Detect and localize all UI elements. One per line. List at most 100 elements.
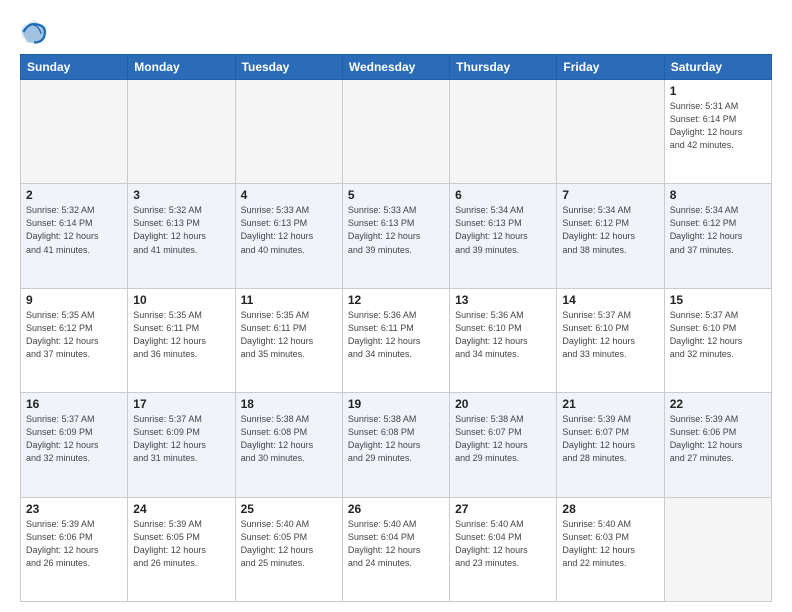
weekday-header-saturday: Saturday: [664, 55, 771, 80]
day-info: Sunrise: 5:40 AM Sunset: 6:04 PM Dayligh…: [455, 518, 551, 570]
calendar-cell: 8 Sunrise: 5:34 AM Sunset: 6:12 PM Daylig…: [664, 184, 771, 288]
calendar-cell: [450, 80, 557, 184]
calendar-week-row: 23 Sunrise: 5:39 AM Sunset: 6:06 PM Dayli…: [21, 497, 772, 601]
calendar-cell: [557, 80, 664, 184]
day-number: 14: [562, 293, 658, 307]
logo-icon: [20, 18, 48, 46]
calendar-cell: 12Sunrise: 5:36 AM Sunset: 6:11 PM Dayli…: [342, 288, 449, 392]
day-number: 27: [455, 502, 551, 516]
weekday-header-tuesday: Tuesday: [235, 55, 342, 80]
day-number: 15: [670, 293, 766, 307]
calendar-cell: 9 Sunrise: 5:35 AM Sunset: 6:12 PM Daylig…: [21, 288, 128, 392]
calendar-header-row: SundayMondayTuesdayWednesdayThursdayFrid…: [21, 55, 772, 80]
day-info: Sunrise: 5:40 AM Sunset: 6:04 PM Dayligh…: [348, 518, 444, 570]
day-number: 13: [455, 293, 551, 307]
calendar-cell: [235, 80, 342, 184]
calendar-cell: 24 Sunrise: 5:39 AM Sunset: 6:05 PM Dayli…: [128, 497, 235, 601]
calendar-cell: 28 Sunrise: 5:40 AM Sunset: 6:03 PM Dayli…: [557, 497, 664, 601]
calendar-cell: 7 Sunrise: 5:34 AM Sunset: 6:12 PM Daylig…: [557, 184, 664, 288]
day-number: 9: [26, 293, 122, 307]
day-number: 3: [133, 188, 229, 202]
day-number: 10: [133, 293, 229, 307]
calendar-week-row: 16 Sunrise: 5:37 AM Sunset: 6:09 PM Dayli…: [21, 393, 772, 497]
calendar-cell: 25 Sunrise: 5:40 AM Sunset: 6:05 PM Dayli…: [235, 497, 342, 601]
day-info: Sunrise: 5:35 AM Sunset: 6:11 PM Dayligh…: [133, 309, 229, 361]
day-number: 6: [455, 188, 551, 202]
day-info: Sunrise: 5:37 AM Sunset: 6:09 PM Dayligh…: [26, 413, 122, 465]
day-number: 28: [562, 502, 658, 516]
day-number: 2: [26, 188, 122, 202]
day-number: 25: [241, 502, 337, 516]
day-info: Sunrise: 5:38 AM Sunset: 6:08 PM Dayligh…: [348, 413, 444, 465]
day-number: 26: [348, 502, 444, 516]
weekday-header-monday: Monday: [128, 55, 235, 80]
calendar-cell: 5 Sunrise: 5:33 AM Sunset: 6:13 PM Daylig…: [342, 184, 449, 288]
calendar-cell: 1 Sunrise: 5:31 AM Sunset: 6:14 PM Daylig…: [664, 80, 771, 184]
calendar-cell: 14 Sunrise: 5:37 AM Sunset: 6:10 PM Dayli…: [557, 288, 664, 392]
day-info: Sunrise: 5:39 AM Sunset: 6:06 PM Dayligh…: [670, 413, 766, 465]
weekday-header-friday: Friday: [557, 55, 664, 80]
day-info: Sunrise: 5:37 AM Sunset: 6:10 PM Dayligh…: [562, 309, 658, 361]
day-info: Sunrise: 5:32 AM Sunset: 6:13 PM Dayligh…: [133, 204, 229, 256]
day-info: Sunrise: 5:40 AM Sunset: 6:03 PM Dayligh…: [562, 518, 658, 570]
calendar-cell: 26 Sunrise: 5:40 AM Sunset: 6:04 PM Dayli…: [342, 497, 449, 601]
day-number: 24: [133, 502, 229, 516]
day-info: Sunrise: 5:34 AM Sunset: 6:12 PM Dayligh…: [562, 204, 658, 256]
calendar-cell: 22Sunrise: 5:39 AM Sunset: 6:06 PM Dayli…: [664, 393, 771, 497]
day-info: Sunrise: 5:34 AM Sunset: 6:12 PM Dayligh…: [670, 204, 766, 256]
day-number: 17: [133, 397, 229, 411]
weekday-header-wednesday: Wednesday: [342, 55, 449, 80]
calendar-cell: 27 Sunrise: 5:40 AM Sunset: 6:04 PM Dayli…: [450, 497, 557, 601]
calendar-cell: 10 Sunrise: 5:35 AM Sunset: 6:11 PM Dayli…: [128, 288, 235, 392]
day-info: Sunrise: 5:37 AM Sunset: 6:10 PM Dayligh…: [670, 309, 766, 361]
day-info: Sunrise: 5:35 AM Sunset: 6:12 PM Dayligh…: [26, 309, 122, 361]
day-number: 7: [562, 188, 658, 202]
calendar-week-row: 2 Sunrise: 5:32 AM Sunset: 6:14 PM Daylig…: [21, 184, 772, 288]
day-info: Sunrise: 5:40 AM Sunset: 6:05 PM Dayligh…: [241, 518, 337, 570]
day-number: 11: [241, 293, 337, 307]
day-number: 5: [348, 188, 444, 202]
calendar-cell: 3 Sunrise: 5:32 AM Sunset: 6:13 PM Daylig…: [128, 184, 235, 288]
header: [20, 18, 772, 46]
day-number: 19: [348, 397, 444, 411]
logo: [20, 18, 52, 46]
calendar-cell: 19 Sunrise: 5:38 AM Sunset: 6:08 PM Dayli…: [342, 393, 449, 497]
day-number: 12: [348, 293, 444, 307]
calendar-cell: 17 Sunrise: 5:37 AM Sunset: 6:09 PM Dayli…: [128, 393, 235, 497]
calendar-cell: 13 Sunrise: 5:36 AM Sunset: 6:10 PM Dayli…: [450, 288, 557, 392]
day-number: 8: [670, 188, 766, 202]
day-number: 1: [670, 84, 766, 98]
day-info: Sunrise: 5:37 AM Sunset: 6:09 PM Dayligh…: [133, 413, 229, 465]
day-info: Sunrise: 5:38 AM Sunset: 6:08 PM Dayligh…: [241, 413, 337, 465]
day-number: 20: [455, 397, 551, 411]
calendar-cell: 21 Sunrise: 5:39 AM Sunset: 6:07 PM Dayli…: [557, 393, 664, 497]
day-info: Sunrise: 5:34 AM Sunset: 6:13 PM Dayligh…: [455, 204, 551, 256]
calendar-cell: 11 Sunrise: 5:35 AM Sunset: 6:11 PM Dayli…: [235, 288, 342, 392]
day-info: Sunrise: 5:31 AM Sunset: 6:14 PM Dayligh…: [670, 100, 766, 152]
calendar-table: SundayMondayTuesdayWednesdayThursdayFrid…: [20, 54, 772, 602]
day-number: 16: [26, 397, 122, 411]
day-number: 4: [241, 188, 337, 202]
calendar-cell: 6 Sunrise: 5:34 AM Sunset: 6:13 PM Daylig…: [450, 184, 557, 288]
day-number: 23: [26, 502, 122, 516]
calendar-cell: 15 Sunrise: 5:37 AM Sunset: 6:10 PM Dayli…: [664, 288, 771, 392]
calendar-cell: [21, 80, 128, 184]
weekday-header-sunday: Sunday: [21, 55, 128, 80]
page: SundayMondayTuesdayWednesdayThursdayFrid…: [0, 0, 792, 612]
day-number: 18: [241, 397, 337, 411]
calendar-cell: 20Sunrise: 5:38 AM Sunset: 6:07 PM Dayli…: [450, 393, 557, 497]
day-number: 21: [562, 397, 658, 411]
day-info: Sunrise: 5:36 AM Sunset: 6:10 PM Dayligh…: [455, 309, 551, 361]
calendar-cell: 2 Sunrise: 5:32 AM Sunset: 6:14 PM Daylig…: [21, 184, 128, 288]
day-info: Sunrise: 5:39 AM Sunset: 6:06 PM Dayligh…: [26, 518, 122, 570]
day-info: Sunrise: 5:39 AM Sunset: 6:07 PM Dayligh…: [562, 413, 658, 465]
calendar-cell: 16 Sunrise: 5:37 AM Sunset: 6:09 PM Dayli…: [21, 393, 128, 497]
calendar-cell: [342, 80, 449, 184]
day-info: Sunrise: 5:32 AM Sunset: 6:14 PM Dayligh…: [26, 204, 122, 256]
day-info: Sunrise: 5:35 AM Sunset: 6:11 PM Dayligh…: [241, 309, 337, 361]
day-info: Sunrise: 5:39 AM Sunset: 6:05 PM Dayligh…: [133, 518, 229, 570]
day-info: Sunrise: 5:33 AM Sunset: 6:13 PM Dayligh…: [348, 204, 444, 256]
calendar-cell: [128, 80, 235, 184]
calendar-week-row: 1 Sunrise: 5:31 AM Sunset: 6:14 PM Daylig…: [21, 80, 772, 184]
weekday-header-thursday: Thursday: [450, 55, 557, 80]
